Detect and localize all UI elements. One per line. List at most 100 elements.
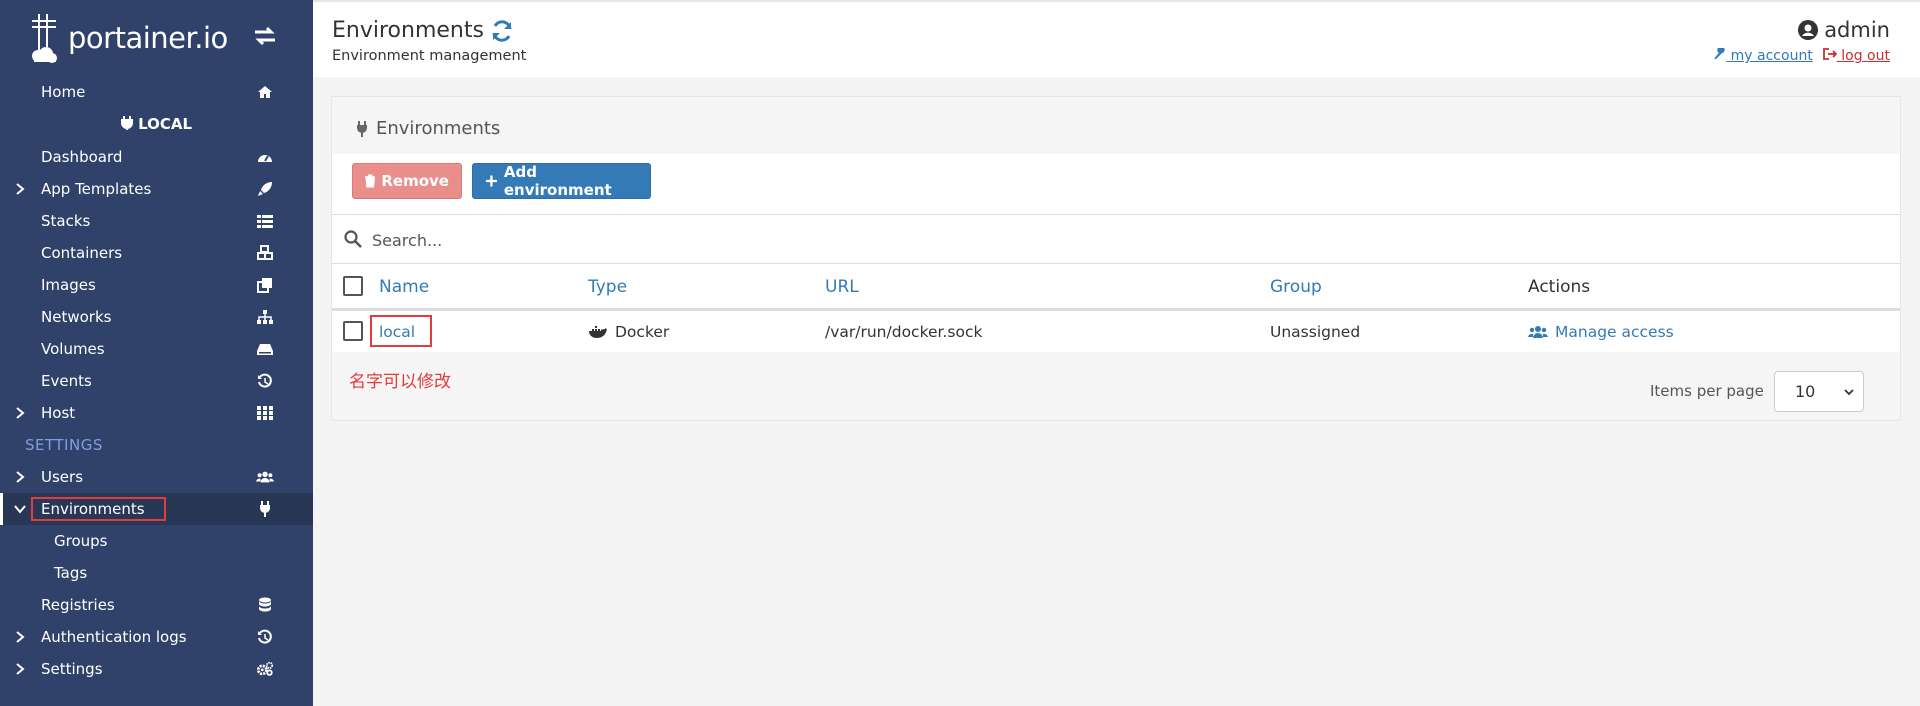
dashboard-icon — [256, 148, 274, 166]
environment-type: Docker — [588, 323, 669, 341]
search-icon — [344, 230, 362, 248]
actions-bar: Remove Add environment — [332, 154, 1900, 215]
username: admin — [1824, 18, 1890, 42]
sidebar-item-stacks[interactable]: Stacks — [0, 205, 313, 237]
sidebar-item-dashboard[interactable]: Dashboard — [0, 141, 313, 173]
endpoint-label: LOCAL — [0, 115, 313, 133]
clone-icon — [256, 276, 274, 294]
highlight-box-name — [370, 315, 432, 347]
trash-icon — [365, 174, 376, 188]
grid-icon — [256, 404, 274, 422]
sidebar-item-label: Groups — [54, 532, 108, 550]
list-icon — [256, 212, 274, 230]
sidebar-item-label: Authentication logs — [41, 628, 187, 646]
environments-panel: Environments Remove Add environment Name… — [331, 96, 1901, 421]
sidebar-item-events[interactable]: Events — [0, 365, 313, 397]
column-header-url[interactable]: URL — [825, 277, 859, 297]
sidebar-item-users[interactable]: Users — [0, 461, 313, 493]
sidebar-item-app-templates[interactable]: App Templates — [0, 173, 313, 205]
environment-url: /var/run/docker.sock — [825, 323, 983, 341]
chevron-right-icon — [16, 471, 25, 483]
highlight-box-environments — [31, 497, 166, 521]
sidebar-item-images[interactable]: Images — [0, 269, 313, 301]
panel-title: Environments — [356, 118, 500, 139]
sidebar-item-volumes[interactable]: Volumes — [0, 333, 313, 365]
chevron-right-icon — [16, 631, 25, 643]
table-row: local Docker /var/run/docker.sock Unassi… — [332, 311, 1900, 352]
history-icon — [256, 372, 274, 390]
sidebar-item-label: Events — [41, 372, 92, 390]
refresh-icon[interactable] — [490, 19, 514, 47]
home-icon — [256, 83, 274, 101]
brand: portainer.io — [0, 0, 313, 76]
chevron-down-icon — [1844, 389, 1854, 396]
sidebar-item-authentication-logs[interactable]: Authentication logs — [0, 621, 313, 653]
sidebar-item-label: Home — [41, 83, 86, 101]
user-menu: admin — [1798, 18, 1890, 42]
search-input[interactable] — [372, 225, 1272, 255]
sidebar-item-label: Registries — [41, 596, 115, 614]
hdd-icon — [256, 340, 274, 358]
manage-access-link[interactable]: Manage access — [1528, 323, 1674, 341]
sidebar-item-registries[interactable]: Registries — [0, 589, 313, 621]
add-environment-button[interactable]: Add environment — [472, 163, 651, 199]
plug-icon — [357, 120, 367, 137]
table-header: Name Type URL Group Actions — [332, 264, 1900, 311]
environment-group: Unassigned — [1270, 323, 1361, 341]
user-links: my account log out — [1714, 46, 1890, 64]
sidebar-item-home[interactable]: Home — [0, 76, 313, 108]
chevron-right-icon — [16, 663, 25, 675]
sidebar-item-label: Images — [41, 276, 96, 294]
my-account-link[interactable]: my account — [1714, 46, 1813, 64]
page-header: Environments Environment management admi… — [313, 0, 1920, 77]
items-per-page-label: Items per page — [1650, 382, 1764, 400]
chevron-down-icon — [14, 505, 26, 514]
history-icon — [256, 628, 274, 646]
users-icon — [1528, 326, 1548, 338]
sidebar-item-label: Dashboard — [41, 148, 123, 166]
column-header-name[interactable]: Name — [379, 277, 429, 297]
page-subtitle: Environment management — [332, 48, 527, 64]
remove-button[interactable]: Remove — [352, 163, 462, 199]
select-all-checkbox[interactable] — [343, 276, 363, 296]
sign-out-icon — [1822, 48, 1838, 60]
plus-icon — [485, 175, 497, 187]
sidebar-item-label: Users — [41, 468, 84, 486]
items-per-page-select[interactable]: 10 — [1774, 371, 1864, 412]
page-title: Environments — [332, 18, 484, 43]
cubes-icon — [256, 244, 274, 262]
users-icon — [256, 468, 274, 486]
sidebar: portainer.io Home LOCAL Dashboard App Te… — [0, 0, 313, 706]
sidebar-item-label: Networks — [41, 308, 112, 326]
column-header-type[interactable]: Type — [588, 277, 627, 297]
sitemap-icon — [256, 308, 274, 326]
sidebar-item-label: Settings — [41, 660, 103, 678]
sidebar-toggle-icon[interactable] — [253, 26, 277, 52]
column-header-group[interactable]: Group — [1270, 277, 1322, 297]
sidebar-item-label: Stacks — [41, 212, 91, 230]
sidebar-item-label: Tags — [54, 564, 88, 582]
sidebar-item-label: App Templates — [41, 180, 152, 198]
rocket-icon — [256, 180, 274, 198]
sidebar-item-host[interactable]: Host — [0, 397, 313, 429]
database-icon — [256, 596, 274, 614]
sidebar-item-label: Containers — [41, 244, 123, 262]
portainer-logo-icon[interactable] — [28, 12, 64, 64]
user-circle-icon — [1798, 20, 1819, 40]
wrench-icon — [1714, 46, 1725, 60]
sidebar-item-label: Host — [41, 404, 76, 422]
plug-icon — [256, 500, 274, 518]
sidebar-item-containers[interactable]: Containers — [0, 237, 313, 269]
chevron-right-icon — [16, 183, 25, 195]
docker-icon — [589, 326, 607, 338]
sidebar-item-networks[interactable]: Networks — [0, 301, 313, 333]
sidebar-item-groups[interactable]: Groups — [0, 525, 313, 557]
brand-name[interactable]: portainer.io — [68, 21, 228, 55]
sidebar-item-tags[interactable]: Tags — [0, 557, 313, 589]
column-header-actions: Actions — [1528, 277, 1591, 297]
sidebar-item-settings[interactable]: Settings — [0, 653, 313, 685]
search-bar — [332, 215, 1900, 264]
chevron-right-icon — [16, 407, 25, 419]
row-checkbox[interactable] — [343, 321, 363, 341]
log-out-link[interactable]: log out — [1822, 48, 1890, 64]
